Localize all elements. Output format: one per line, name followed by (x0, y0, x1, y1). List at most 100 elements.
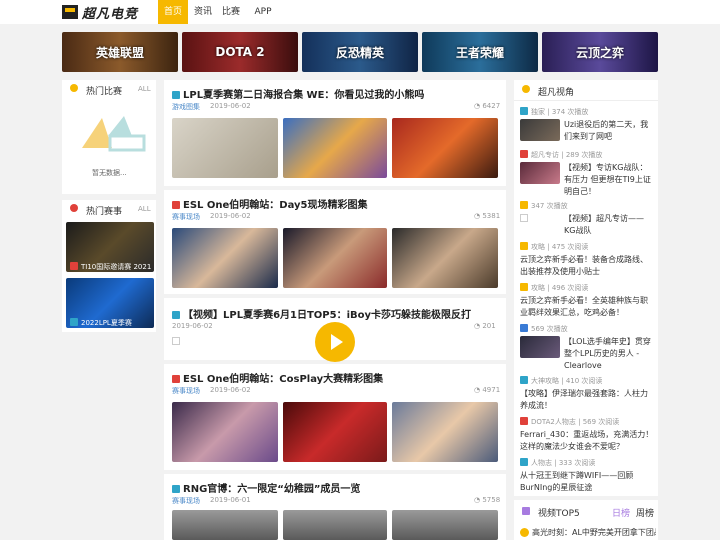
event-name: 2022LPL夏季赛 (81, 319, 132, 327)
dota-icon (172, 375, 180, 383)
item-text[interactable]: 【LOL选手编年史】贯穿整个LPL历史的男人 - Clearlove (564, 336, 654, 372)
article-tag[interactable]: 赛事现场 (172, 212, 200, 222)
view-count: ◔ 4971 (474, 386, 501, 394)
item-text[interactable]: Ferrari_430：重返战场，充满活力！这样的魔法少女谁会不爱呢？ (520, 429, 654, 453)
banner-label: 云顶之弈 (575, 45, 624, 60)
article-thumb[interactable] (392, 510, 498, 540)
nav-app[interactable]: APP (248, 0, 278, 24)
article-thumb[interactable] (283, 510, 387, 540)
item-text[interactable]: 【视频】超凡专访——KG战队 (564, 213, 654, 237)
video-icon (522, 507, 533, 517)
nav-matches[interactable]: 比赛 (218, 0, 244, 24)
banner-honor-of-kings[interactable]: 王者荣耀 (422, 32, 538, 72)
hot-events-all-link[interactable]: ALL (138, 205, 151, 213)
item-meta: 569 次播放 (520, 324, 568, 334)
banner-tft[interactable]: 云顶之弈 (542, 32, 658, 72)
banner-dota2[interactable]: DOTA 2 (182, 32, 298, 72)
dota-icon (172, 201, 180, 209)
article-tag[interactable]: 赛事现场 (172, 386, 200, 396)
article-thumb[interactable] (283, 228, 387, 288)
article-date: 2019-06-02 (210, 386, 251, 394)
top5-item-text[interactable]: 高光时刻：AL中野完美开团拿下团战 (532, 527, 656, 539)
article-thumb[interactable] (172, 118, 278, 178)
empty-state-illustration (82, 116, 146, 152)
logo-icon (62, 5, 78, 19)
item-text[interactable]: 【攻略】伊泽瑞尔最强套路：人柱力养成流！ (520, 388, 654, 412)
camera-icon (522, 85, 533, 95)
item-meta: 人物志 | 333 次阅读 (520, 458, 595, 468)
item-text[interactable]: 云顶之弈新手必看！装备合成路线、出装推荐及使用小贴士 (520, 254, 654, 278)
banner-label: 反恐精英 (335, 45, 384, 60)
item-meta: 攻略 | 475 次阅读 (520, 242, 588, 252)
banner-label: 英雄联盟 (95, 45, 144, 60)
lol-icon (172, 311, 180, 319)
banner-csgo[interactable]: 反恐精英 (302, 32, 418, 72)
article-date: 2019-06-02 (172, 322, 213, 330)
divider (514, 100, 658, 101)
view-count: ◔ 201 (474, 322, 496, 330)
tab-weekly[interactable]: 周榜 (636, 506, 654, 519)
tft-icon (520, 201, 528, 209)
article-tag[interactable]: 游戏图集 (172, 102, 200, 112)
rank-badge (520, 528, 529, 537)
item-thumb[interactable] (520, 162, 560, 184)
banner-label: DOTA 2 (215, 45, 265, 59)
broken-image-icon (172, 337, 180, 345)
view-count: ◔ 6427 (474, 102, 501, 110)
lol-icon (172, 485, 180, 493)
tft-icon (520, 283, 528, 291)
view-count: ◔ 5758 (474, 496, 501, 504)
lol-icon (520, 458, 528, 466)
item-thumb[interactable] (520, 119, 560, 141)
article-thumb[interactable] (172, 510, 278, 540)
article-thumb[interactable] (172, 402, 278, 462)
item-meta: DOTA2人物志 | 569 次阅读 (520, 417, 619, 427)
empty-state-text: 暂无数据... (92, 169, 127, 177)
dota-icon (520, 150, 528, 158)
item-text[interactable]: 【视频】专访KG战队：有压力 但更想在TI9上证明自己！ (564, 162, 654, 198)
video-icon (520, 324, 528, 332)
banner-label: 王者荣耀 (455, 45, 504, 60)
site-logo[interactable]: 超凡电竞 (62, 3, 142, 22)
item-thumb[interactable] (520, 336, 560, 358)
article-thumb[interactable] (283, 118, 387, 178)
lol-icon (172, 91, 180, 99)
item-text[interactable]: Uzi退役后的第二天，我们来到了网吧 (564, 119, 654, 143)
item-meta: 大神攻略 | 410 次阅读 (520, 376, 602, 386)
item-meta: 347 次播放 (520, 201, 568, 211)
article-date: 2019-06-02 (210, 102, 251, 110)
tft-icon (520, 242, 528, 250)
article-thumb[interactable] (392, 228, 498, 288)
banner-lol[interactable]: 英雄联盟 (62, 32, 178, 72)
nav-news[interactable]: 资讯 (190, 0, 216, 24)
article-tag[interactable]: 赛事现场 (172, 496, 200, 506)
play-icon[interactable] (315, 322, 355, 362)
event-label: 2022LPL夏季赛 (70, 318, 132, 328)
article-title[interactable]: ESL One伯明翰站：Day5现场精彩图集 (172, 196, 368, 211)
item-text[interactable]: 从十冠王到继下蹲WIFI——回顾BurNIng的星辰征途 (520, 470, 654, 494)
article-thumb[interactable] (172, 228, 278, 288)
lol-icon (70, 318, 78, 326)
article-thumb[interactable] (283, 402, 387, 462)
item-meta: 超凡专访 | 289 次播放 (520, 150, 602, 160)
fire-icon (70, 204, 81, 214)
lol-icon (520, 376, 528, 384)
article-date: 2019-06-01 (210, 496, 251, 504)
item-meta: 攻略 | 496 次阅读 (520, 283, 588, 293)
article-title[interactable]: ESL One伯明翰站：CosPlay大赛精彩图集 (172, 370, 383, 385)
item-text[interactable]: 云顶之弈新手必看！全英雄种族与职业羁绊效果汇总，吃鸡必备！ (520, 295, 654, 319)
article-title[interactable]: 【视频】LPL夏季赛6月1日TOP5：iBoy卡莎巧躲技能极限反打 (172, 306, 471, 321)
dota-icon (520, 417, 528, 425)
article-thumb[interactable] (392, 402, 498, 462)
top5-title: 视频TOP5 (538, 509, 580, 519)
hot-matches-all-link[interactable]: ALL (138, 85, 151, 93)
broken-image-icon (520, 214, 528, 222)
article-thumb[interactable] (392, 118, 498, 178)
tab-daily[interactable]: 日榜 (612, 506, 630, 519)
event-name: TI10国际邀请赛 2021 (81, 263, 152, 271)
item-meta: 独家 | 374 次播放 (520, 107, 588, 117)
article-date: 2019-06-02 (210, 212, 251, 220)
article-title[interactable]: RNG官博：六一限定“幼稚园”成员一览 (172, 480, 360, 495)
nav-home[interactable]: 首页 (158, 0, 188, 24)
article-title[interactable]: LPL夏季赛第二日海报合集 WE：你看见过我的小熊吗 (172, 86, 424, 101)
